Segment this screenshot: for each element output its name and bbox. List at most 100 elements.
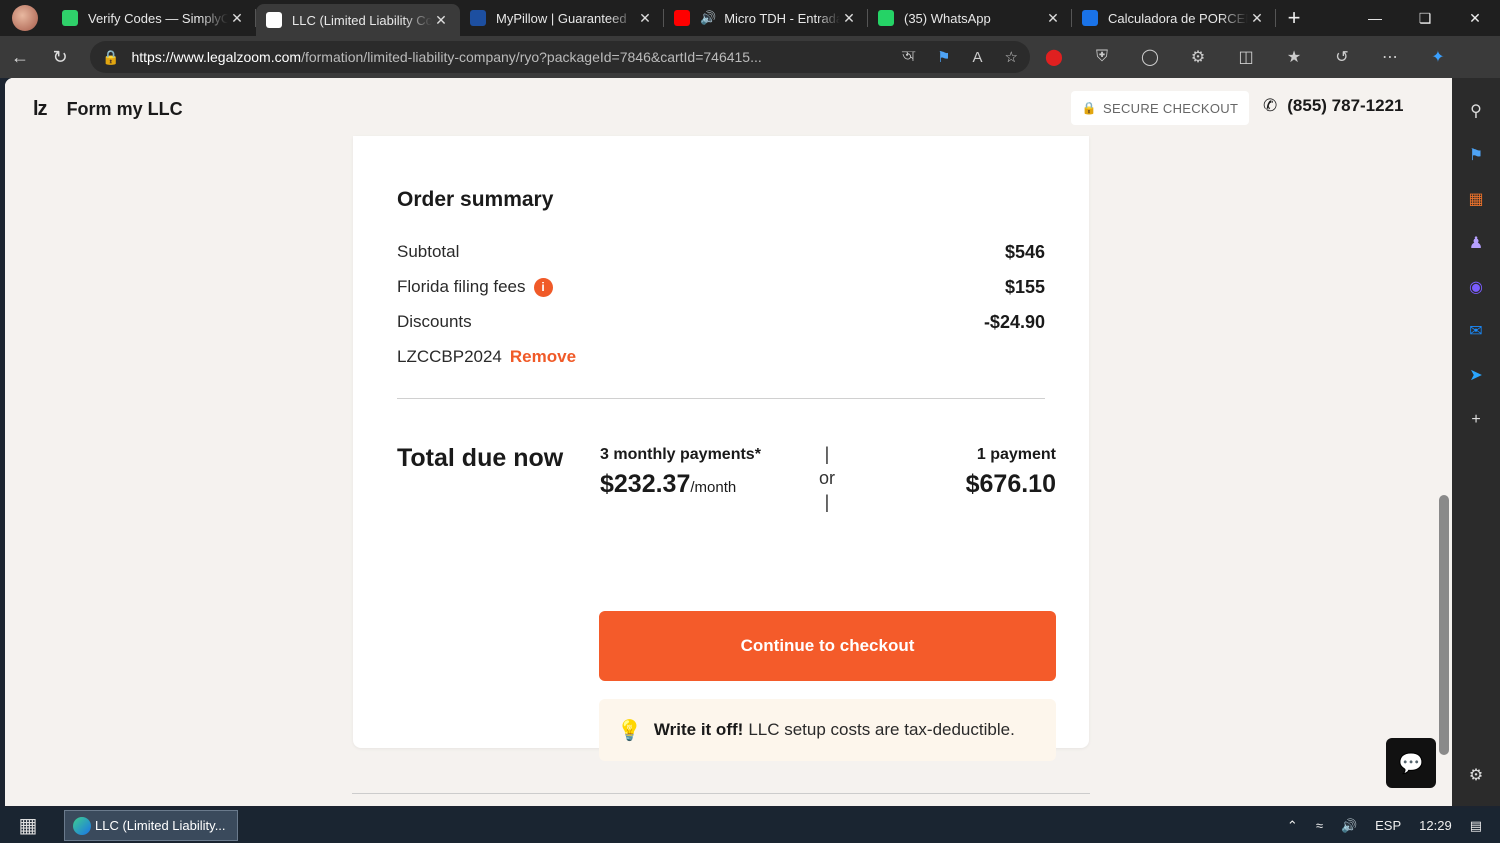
browser-tab[interactable]: Verify Codes — SimplyCodes✕	[52, 0, 256, 36]
browser-tab[interactable]: LLC (Limited Liability Company)✕	[256, 4, 460, 36]
monthly-payments-label: 3 monthly payments*	[600, 446, 761, 463]
url-text: https://www.legalzoom.com/formation/limi…	[131, 49, 762, 65]
monthly-unit: /month	[690, 479, 737, 496]
summary-divider	[397, 398, 1045, 399]
translate-icon[interactable]: অ	[902, 45, 915, 70]
speaker-icon[interactable]: 🔊	[700, 10, 716, 26]
volume-icon[interactable]: 🔊	[1341, 818, 1357, 834]
browser-tab-strip: Verify Codes — SimplyCodes✕LLC (Limited …	[0, 0, 1500, 36]
tab-close-icon[interactable]: ✕	[1248, 10, 1266, 27]
coupon-tag-icon[interactable]: ⚑	[937, 48, 950, 66]
chat-bubble-icon[interactable]: 💬	[1386, 738, 1436, 788]
tab-title: (35) WhatsApp	[904, 10, 991, 26]
history-icon[interactable]: ↺	[1318, 47, 1366, 67]
browser-tab[interactable]: Calculadora de PORCENTAJES✕	[1072, 0, 1276, 36]
legalzoom-logo[interactable]: lz	[33, 98, 48, 121]
extension-red-icon[interactable]: ⬤	[1030, 47, 1078, 67]
sidebar-copilot-icon[interactable]: ◉	[1452, 266, 1500, 310]
wifi-icon[interactable]: ≈	[1316, 818, 1323, 833]
phone-number[interactable]: (855) 787-1221	[1287, 96, 1403, 116]
profile-avatar[interactable]	[12, 5, 38, 31]
tab-close-icon[interactable]: ✕	[840, 10, 858, 27]
remove-promo-link[interactable]: Remove	[510, 347, 576, 366]
tab-close-icon[interactable]: ✕	[636, 10, 654, 27]
filing-fees-row: Florida filing fees i $155	[397, 277, 1045, 298]
sidebar-shopping-icon[interactable]: ⚑	[1452, 134, 1500, 178]
extensions-puzzle-icon[interactable]: ⚙	[1174, 47, 1222, 67]
tab-title: Micro TDH - Entrada	[724, 10, 840, 26]
promo-code: LZCCBP2024	[397, 347, 502, 366]
youtube-icon	[674, 10, 690, 26]
more-menu-icon[interactable]: ⋯	[1366, 47, 1414, 67]
tab-close-icon[interactable]: ✕	[1044, 10, 1062, 27]
clock[interactable]: 12:29	[1419, 818, 1452, 833]
site-info-lock-icon[interactable]: 🔒	[102, 49, 119, 66]
sidebar-games-icon[interactable]: ♟	[1452, 222, 1500, 266]
read-aloud-icon[interactable]: A	[973, 49, 983, 66]
tray-chevron-icon[interactable]: ⌃	[1287, 818, 1298, 834]
sidebar-settings-icon[interactable]: ⚙	[1452, 754, 1500, 798]
sidebar-search-icon[interactable]: ⚲	[1452, 90, 1500, 134]
tab-close-icon[interactable]: ✕	[432, 12, 450, 29]
single-payment-option: 1 payment $676.10	[966, 446, 1056, 499]
continue-to-checkout-button[interactable]: Continue to checkout	[599, 611, 1056, 681]
tab-title: LLC (Limited Liability Company)	[292, 12, 432, 28]
phone-link[interactable]: ✆ (855) 787-1221	[1263, 96, 1404, 116]
back-arrow-icon[interactable]: ←	[0, 47, 40, 68]
whatsapp-icon	[878, 10, 894, 26]
taskbar-edge-window[interactable]: LLC (Limited Liability...	[64, 810, 238, 841]
taskbar-app-label: LLC (Limited Liability...	[95, 818, 226, 833]
lightbulb-icon: 💡	[617, 719, 642, 742]
total-due-label: Total due now	[397, 444, 564, 472]
tip-text: LLC setup costs are tax-deductible.	[748, 720, 1015, 739]
windows-taskbar: ▦ LLC (Limited Liability... ⌃ ≈ 🔊 ESP 12…	[0, 808, 1500, 843]
favorite-star-icon[interactable]: ☆	[1005, 48, 1018, 66]
edge-sidebar: ⚲ ⚑ ▦ ♟ ◉ ✉ ➤ + ⚙	[1452, 78, 1500, 806]
secure-checkout-label: SECURE CHECKOUT	[1103, 100, 1239, 116]
tab-title: MyPillow | Guaranteed	[496, 10, 627, 26]
system-tray: ⌃ ≈ 🔊 ESP 12:29 ▤	[1287, 818, 1500, 834]
page-bottom-divider	[352, 793, 1090, 794]
padlock-icon: 🔒	[1081, 101, 1097, 115]
notifications-icon[interactable]: ▤	[1470, 818, 1482, 834]
sidebar-add-icon[interactable]: +	[1452, 398, 1500, 442]
info-icon[interactable]: i	[533, 278, 553, 298]
promo-code-row: LZCCBP2024 Remove	[397, 347, 1045, 367]
browser-tab[interactable]: (35) WhatsApp ✕	[868, 0, 1072, 36]
filing-fees-label: Florida filing fees	[397, 277, 526, 296]
language-indicator[interactable]: ESP	[1375, 818, 1401, 833]
order-summary-heading: Order summary	[397, 188, 554, 211]
favorites-icon[interactable]: ★	[1270, 47, 1318, 67]
start-grid-icon[interactable]: ▦	[0, 813, 56, 838]
refresh-icon[interactable]: ↻	[40, 47, 80, 68]
scrollbar-thumb[interactable]	[1439, 495, 1449, 755]
phone-icon: ✆	[1263, 96, 1278, 115]
window-controls: — ❏ ✕	[1350, 10, 1500, 27]
browser-tab[interactable]: 🔊 Micro TDH - Entrada ✕	[664, 0, 868, 36]
subtotal-row: Subtotal $546	[397, 242, 1045, 263]
discounts-value: -$24.90	[983, 312, 1045, 332]
sidebar-outlook-icon[interactable]: ✉	[1452, 310, 1500, 354]
browser-tab[interactable]: MyPillow | Guaranteed ✕	[460, 0, 664, 36]
tab-close-icon[interactable]: ✕	[228, 10, 246, 27]
monthly-payment-option: 3 monthly payments* $232.37/month	[600, 446, 761, 499]
split-screen-icon[interactable]: ◫	[1222, 47, 1270, 67]
tab-separator	[1275, 9, 1276, 27]
filing-fees-value: $155	[1004, 277, 1045, 297]
browser-toolbar: ← ↻ 🔒 https://www.legalzoom.com/formatio…	[0, 36, 1500, 78]
restore-icon[interactable]: ❏	[1400, 10, 1450, 27]
address-bar[interactable]: 🔒 https://www.legalzoom.com/formation/li…	[90, 41, 1030, 73]
close-icon[interactable]: ✕	[1450, 10, 1500, 27]
extension-circle-icon[interactable]: ◯	[1126, 47, 1174, 67]
sidebar-send-icon[interactable]: ➤	[1452, 354, 1500, 398]
tax-tip-banner: 💡 Write it off! LLC setup costs are tax-…	[599, 699, 1056, 761]
copilot-icon[interactable]: ✦	[1414, 47, 1462, 67]
page-viewport: lz Form my LLC 🔒 SECURE CHECKOUT ✆ (855)…	[5, 78, 1437, 806]
tip-bold-text: Write it off!	[653, 720, 744, 739]
sidebar-tools-icon[interactable]: ▦	[1452, 178, 1500, 222]
minimize-icon[interactable]: —	[1350, 10, 1400, 27]
new-tab-button[interactable]: +	[1276, 5, 1312, 31]
extension-shield-icon[interactable]: ⛨	[1078, 48, 1126, 66]
simplycodes-icon	[62, 10, 78, 26]
tab-title: Verify Codes — SimplyCodes	[88, 10, 228, 26]
